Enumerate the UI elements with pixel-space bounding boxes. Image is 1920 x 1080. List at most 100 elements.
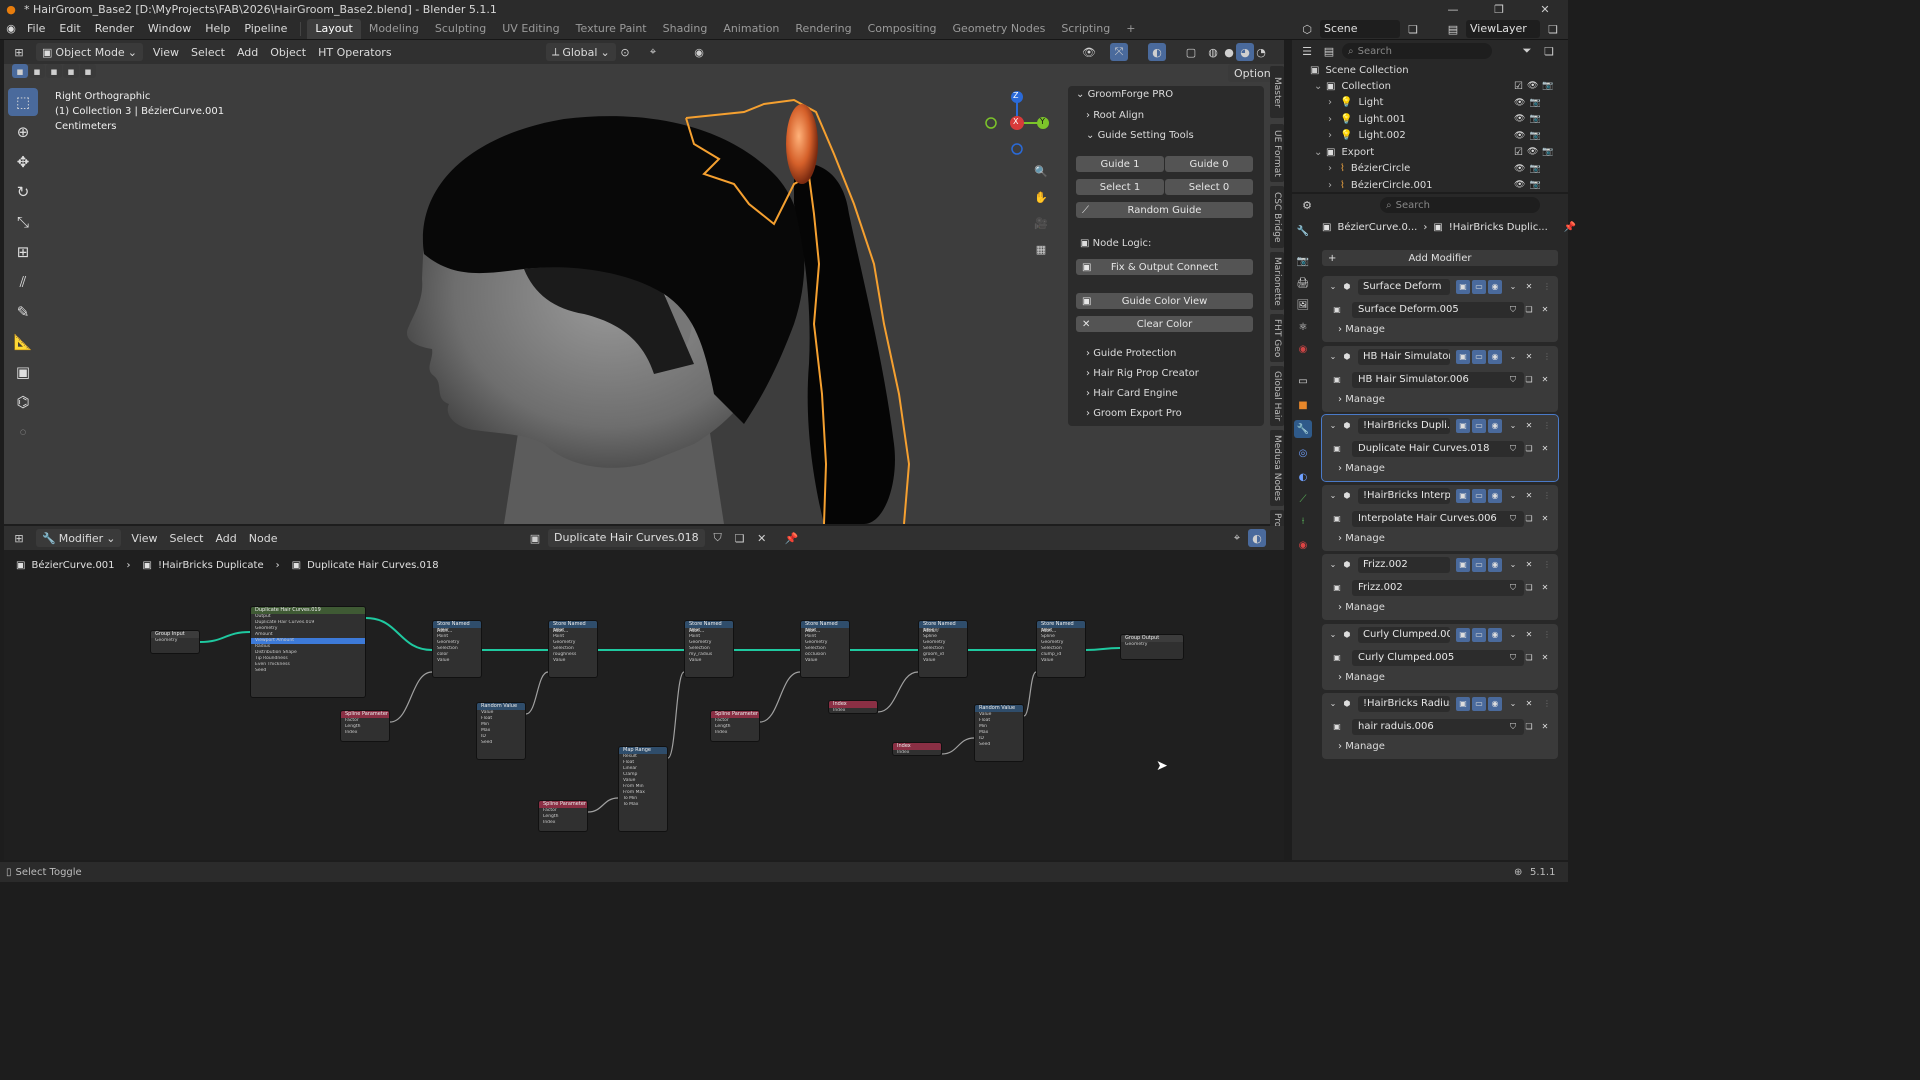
sidebar-tab-1[interactable]: UE Format bbox=[1270, 124, 1284, 182]
particles-tab-icon[interactable]: ◎ bbox=[1294, 444, 1312, 462]
zoom-icon[interactable]: 🔍 bbox=[1032, 162, 1050, 180]
guide-protection-section[interactable]: › Guide Protection bbox=[1086, 348, 1176, 359]
modifier-name-field[interactable]: Curly Clumped.005 bbox=[1358, 626, 1450, 643]
outliner-row-5[interactable]: › ⌇ BézierCircle 👁 📷 bbox=[1292, 161, 1568, 177]
node-0[interactable]: Group Input Geometry bbox=[150, 630, 200, 654]
chevron-down-icon[interactable]: ⌄ bbox=[1326, 280, 1340, 294]
close-icon[interactable]: ✕ bbox=[1522, 558, 1536, 572]
chevron-right-icon[interactable]: › bbox=[1328, 130, 1340, 141]
chevron-down-icon[interactable]: ⌄ bbox=[1506, 350, 1520, 364]
manage-section[interactable]: › Manage bbox=[1338, 741, 1385, 752]
minimize-button[interactable]: — bbox=[1430, 0, 1476, 18]
camera-view-icon[interactable]: 🎥 bbox=[1032, 214, 1050, 232]
modifier-name-field[interactable]: !HairBricks Interp... bbox=[1358, 487, 1450, 504]
snap-icon[interactable]: ⌖ bbox=[644, 43, 662, 61]
close-button[interactable]: ✕ bbox=[1522, 0, 1568, 18]
fake-user-icon[interactable]: ⛉ bbox=[1506, 303, 1520, 317]
duplicate-icon[interactable]: ❏ bbox=[1522, 581, 1536, 595]
tab-shading[interactable]: Shading bbox=[655, 19, 716, 39]
tab-compositing[interactable]: Compositing bbox=[860, 19, 945, 39]
menu-render[interactable]: Render bbox=[88, 22, 141, 35]
edit-mode-icon[interactable]: ▣ bbox=[1456, 627, 1470, 642]
tab-texture-paint[interactable]: Texture Paint bbox=[568, 19, 655, 39]
close-icon[interactable]: ✕ bbox=[1522, 489, 1536, 503]
outliner-row-2[interactable]: › 💡 Light.001 👁 📷 bbox=[1292, 111, 1568, 127]
random-guide-button[interactable]: ⟋ Random Guide bbox=[1076, 202, 1253, 218]
viewport-display-icon[interactable]: ▭ bbox=[1472, 627, 1486, 642]
render-icon[interactable]: ◉ bbox=[1488, 349, 1502, 364]
outliner-search-field[interactable]: ⌕ Search bbox=[1342, 43, 1492, 59]
tab-scripting[interactable]: Scripting bbox=[1053, 19, 1118, 39]
viewport-display-icon[interactable]: ▭ bbox=[1472, 488, 1486, 503]
fake-user-icon[interactable]: ⛉ bbox=[1506, 373, 1520, 387]
menu-node[interactable]: Node bbox=[243, 532, 284, 545]
duplicate-icon[interactable]: ❏ bbox=[1522, 373, 1536, 387]
edit-mode-icon[interactable]: ▣ bbox=[1456, 488, 1470, 503]
outliner-row-0[interactable]: ⌄ ▣ Collection ☑ 👁 📷 bbox=[1292, 78, 1568, 94]
sidebar-tab-5[interactable]: Global Hair bbox=[1270, 366, 1284, 426]
transform-orientation-dropdown[interactable]: ⟂ Global ⌄ bbox=[546, 43, 616, 61]
overlay-toggle-icon[interactable]: ◐ bbox=[1148, 43, 1166, 61]
constraints-tab-icon[interactable]: ⟋ bbox=[1294, 490, 1312, 508]
sidebar-tab-0[interactable]: Master bbox=[1270, 66, 1284, 118]
node-header[interactable]: Store Named Attri... bbox=[549, 621, 597, 634]
groomforge-header[interactable]: ⌄ GroomForge PRO bbox=[1076, 89, 1173, 100]
edit-mode-icon[interactable]: ▣ bbox=[1456, 280, 1470, 294]
add-modifier-button[interactable]: + Add Modifier bbox=[1322, 250, 1558, 266]
maximize-button[interactable]: ❐ bbox=[1476, 0, 1522, 18]
node-4[interactable]: Store Named Attri... Float Point Geometry Se… bbox=[684, 620, 734, 678]
render-icon[interactable]: ◉ bbox=[1488, 488, 1502, 503]
close-icon[interactable]: ✕ bbox=[753, 529, 771, 547]
close-icon[interactable]: ✕ bbox=[1522, 350, 1536, 364]
filter-icon[interactable]: ⏷ bbox=[1518, 42, 1536, 60]
camera-icon[interactable]: 📷 bbox=[1529, 114, 1540, 124]
chevron-down-icon[interactable]: ⌄ bbox=[1326, 558, 1340, 572]
menu-add[interactable]: Add bbox=[231, 46, 264, 59]
close-icon[interactable]: ✕ bbox=[1538, 373, 1552, 387]
sidebar-tab-2[interactable]: CSC Bridge bbox=[1270, 186, 1284, 248]
guide-1-button[interactable]: Guide 1 bbox=[1076, 156, 1164, 172]
viewlayer-selector[interactable]: ▤ ViewLayer ❏ bbox=[1444, 20, 1562, 38]
node-group-field[interactable]: Duplicate Hair Curves.018 bbox=[1352, 441, 1524, 457]
blender-menu-icon[interactable]: ◉ bbox=[2, 20, 20, 38]
eye-icon[interactable]: 👁 bbox=[1527, 81, 1538, 92]
menu-window[interactable]: Window bbox=[141, 22, 198, 35]
node-editor[interactable]: ▣ BézierCurve.001 › ▣ !HairBricks Duplic… bbox=[4, 526, 1284, 860]
node-8[interactable]: Group Output Geometry bbox=[1120, 634, 1184, 660]
close-icon[interactable]: ✕ bbox=[1522, 697, 1536, 711]
modifier-name-field[interactable]: !HairBricks Radius bbox=[1358, 696, 1450, 712]
editor-type-icon[interactable]: ⚙ bbox=[1298, 196, 1316, 214]
tab-uv-editing[interactable]: UV Editing bbox=[494, 19, 567, 39]
fake-user-icon[interactable]: ⛉ bbox=[1506, 581, 1520, 595]
drag-handle-icon[interactable]: ⋮ bbox=[1540, 489, 1554, 503]
editor-type-icon[interactable]: ☰ bbox=[1298, 42, 1316, 60]
close-icon[interactable]: ✕ bbox=[1522, 419, 1536, 433]
render-icon[interactable]: ◉ bbox=[1488, 419, 1502, 433]
chevron-down-icon[interactable]: ⌄ bbox=[1506, 697, 1520, 711]
scene-tab-icon[interactable]: ⚛ bbox=[1294, 318, 1312, 336]
close-icon[interactable]: ✕ bbox=[1538, 512, 1552, 526]
modifier-name-field[interactable]: HB Hair Simulator bbox=[1358, 348, 1450, 365]
chevron-down-icon[interactable]: ⌄ bbox=[1314, 81, 1326, 92]
node-group-field[interactable]: Surface Deform.005 bbox=[1352, 302, 1524, 318]
duplicate-icon[interactable]: ❏ bbox=[1522, 512, 1536, 526]
camera-icon[interactable]: 📷 bbox=[1542, 147, 1553, 158]
world-tab-icon[interactable]: ◉ bbox=[1294, 340, 1312, 358]
drag-handle-icon[interactable]: ⋮ bbox=[1540, 697, 1554, 711]
collection-tab-icon[interactable]: ▭ bbox=[1294, 372, 1312, 390]
sidebar-tab-4[interactable]: FHT Geo bbox=[1270, 314, 1284, 362]
select-1-button[interactable]: Select 1 bbox=[1076, 179, 1164, 195]
fake-user-icon[interactable]: ⛉ bbox=[1506, 442, 1520, 456]
manage-section[interactable]: › Manage bbox=[1338, 324, 1385, 335]
new-collection-icon[interactable]: ❏ bbox=[1540, 42, 1558, 60]
render-icon[interactable]: ◉ bbox=[1488, 280, 1502, 294]
navigation-gizmo[interactable]: Z X Y bbox=[984, 88, 1054, 158]
output-tab-icon[interactable]: 🖨 bbox=[1294, 274, 1312, 292]
chevron-down-icon[interactable]: ⌄ bbox=[1506, 489, 1520, 503]
camera-icon[interactable]: 📷 bbox=[1529, 98, 1540, 108]
chevron-down-icon[interactable]: ⌄ bbox=[1326, 628, 1340, 642]
data-tab-icon[interactable]: ⟊ bbox=[1294, 512, 1312, 530]
annotate-tool-icon[interactable]: ✎ bbox=[8, 298, 38, 326]
editor-type-icon[interactable]: ⊞ bbox=[10, 529, 28, 547]
move-tool-icon[interactable]: ✥ bbox=[8, 148, 38, 176]
